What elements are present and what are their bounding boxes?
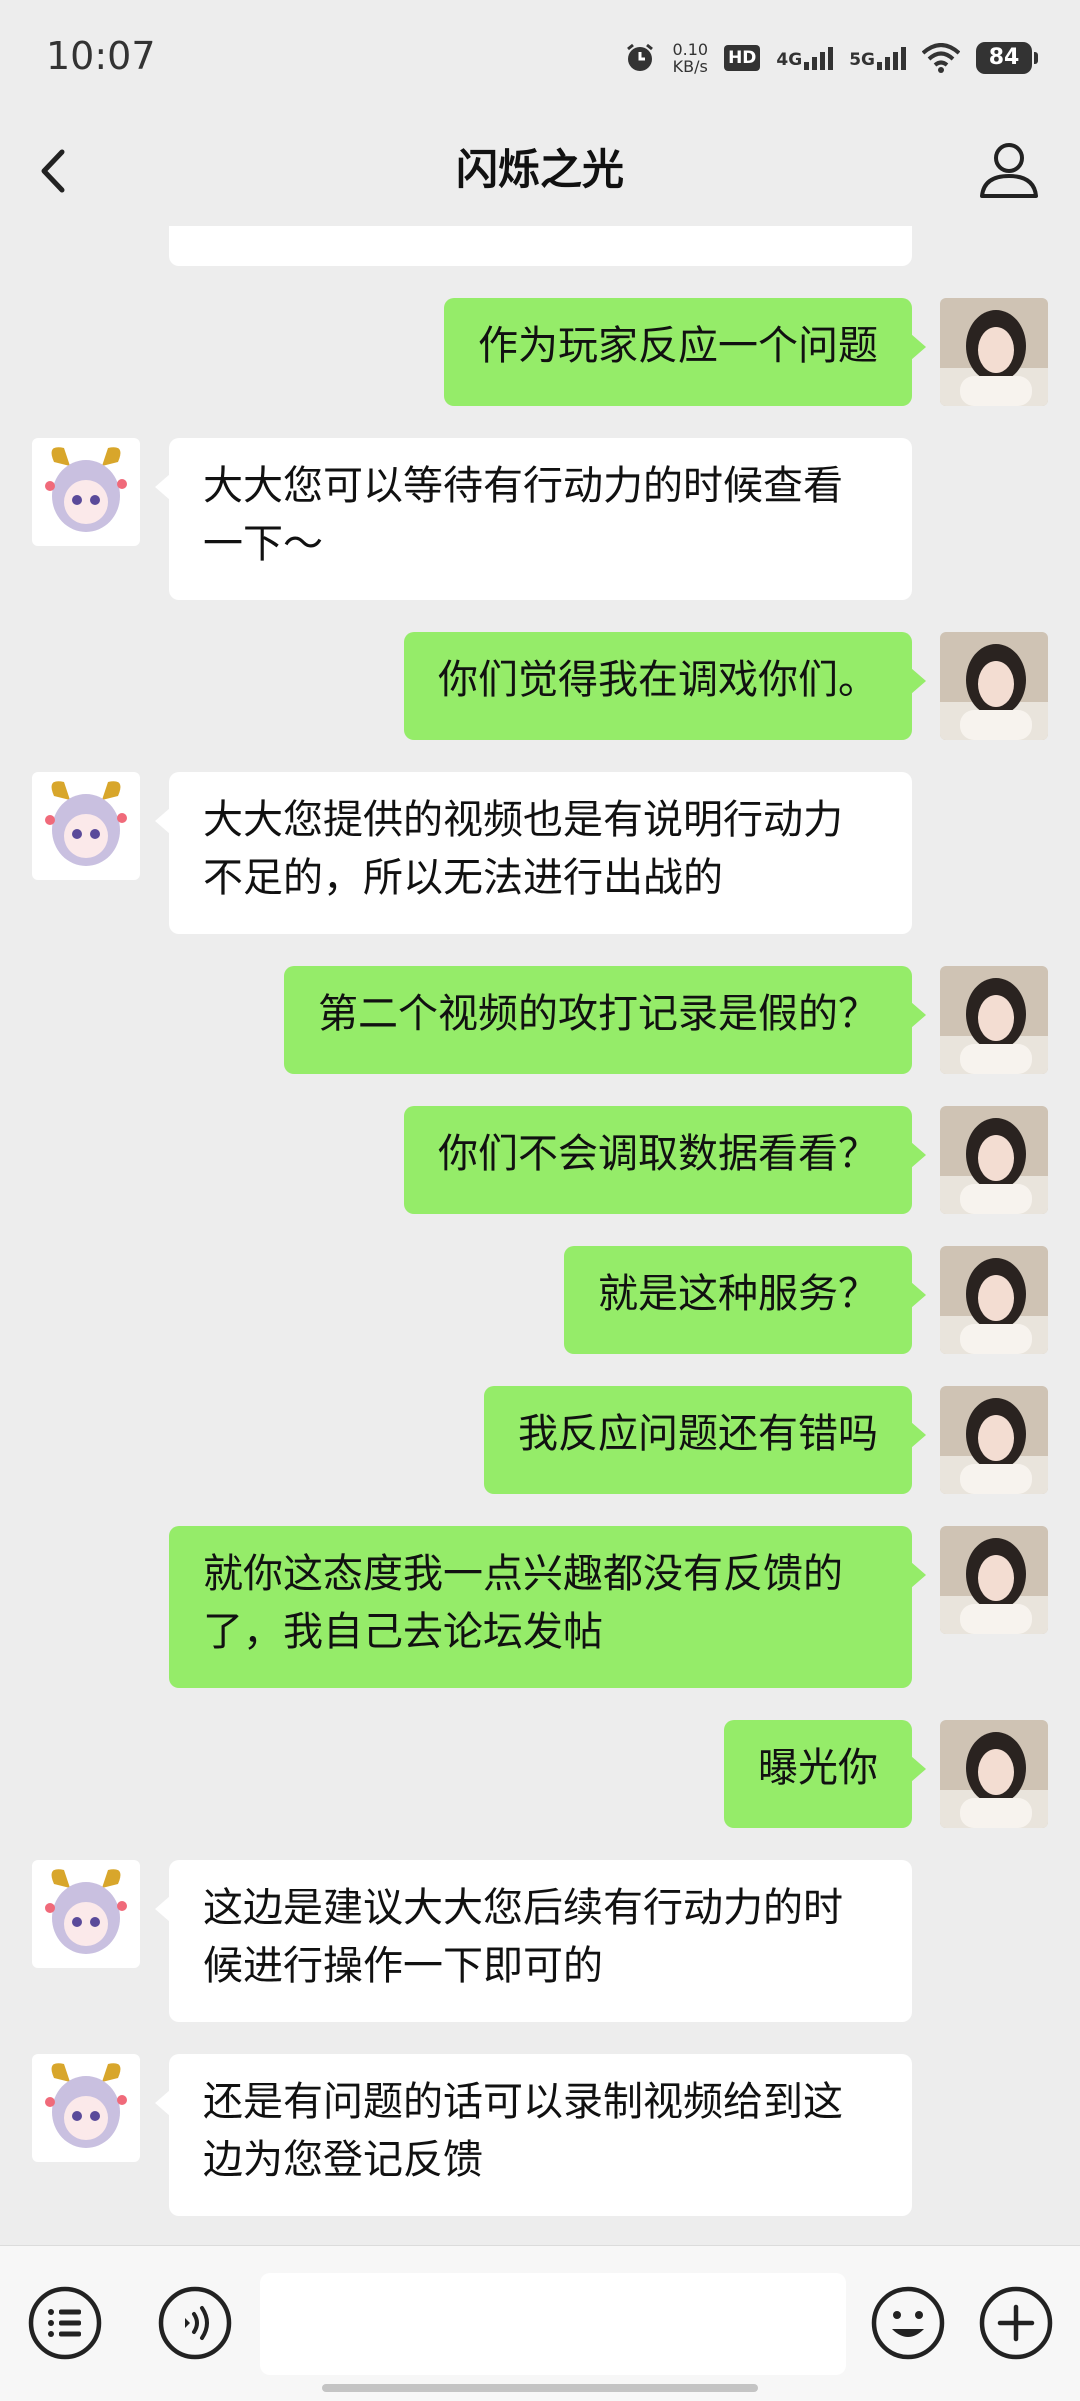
emoji-icon[interactable] (870, 2285, 946, 2361)
user-avatar[interactable] (940, 1246, 1048, 1354)
message-text: 曝光你 (758, 1745, 878, 1791)
user-avatar[interactable] (940, 632, 1048, 740)
signal-4g-label: 4G (776, 50, 803, 70)
agent-avatar[interactable] (32, 1860, 140, 1968)
chat-title: 闪烁之光 (455, 145, 624, 194)
message-text: 就是这种服务？ (598, 1271, 878, 1317)
message-bubble-outgoing[interactable]: 你们觉得我在调戏你们。 (404, 632, 926, 740)
message-bubble-outgoing[interactable]: 你们不会调取数据看看？ (404, 1106, 926, 1214)
message-bubble-incoming[interactable]: 这边是建议大大您后续有行动力的时候进行操作一下即可的 (155, 1860, 912, 2022)
menu-list-icon[interactable] (27, 2285, 103, 2361)
person-icon[interactable] (974, 134, 1044, 204)
alarm-icon (627, 43, 654, 71)
chat-header: 闪烁之光 (0, 116, 1080, 226)
signal-5g-icon: 5G (849, 46, 906, 70)
message-text: 你们不会调取数据看看？ (438, 1131, 878, 1177)
agent-avatar[interactable] (32, 772, 140, 880)
agent-avatar[interactable] (32, 2054, 140, 2162)
user-avatar[interactable] (940, 298, 1048, 406)
user-avatar[interactable] (940, 1720, 1048, 1828)
battery-icon: 84 (976, 42, 1038, 74)
user-avatar[interactable] (940, 1526, 1048, 1634)
agent-avatar[interactable] (32, 438, 140, 546)
user-avatar[interactable] (940, 966, 1048, 1074)
message-bubble-outgoing[interactable]: 作为玩家反应一个问题 (444, 298, 926, 406)
message-text: 作为玩家反应一个问题 (478, 323, 878, 369)
message-input[interactable] (260, 2273, 846, 2375)
hd-icon: HD (724, 45, 761, 71)
message-bubble-outgoing[interactable]: 曝光你 (724, 1720, 926, 1828)
user-avatar[interactable] (940, 1386, 1048, 1494)
status-icons: 0.10 KB/s HD 4G 5G 84 (624, 34, 1038, 82)
message-bubble-incoming[interactable]: 还是有问题的话可以录制视频给到这边为您登记反馈 (155, 2054, 912, 2216)
message-text: 大大您提供的视频也是有说明行动力不足的，所以无法进行出战的 (203, 797, 843, 901)
signal-5g-label: 5G (849, 50, 875, 70)
home-indicator[interactable] (322, 2384, 758, 2392)
message-text: 还是有问题的话可以录制视频给到这边为您登记反馈 (203, 2079, 843, 2183)
message-bubble-outgoing[interactable]: 就你这态度我一点兴趣都没有反馈的了，我自己去论坛发帖 (169, 1526, 926, 1688)
status-time: 10:07 (46, 34, 156, 78)
message-text: 这边是建议大大您后续有行动力的时候进行操作一下即可的 (203, 1885, 843, 1989)
message-text: 大大您可以等待有行动力的时候查看一下～ (203, 463, 843, 567)
net-speed-value: 0.10 (672, 40, 709, 59)
signal-4g-icon: 4G (776, 46, 834, 70)
message-text: 第二个视频的攻打记录是假的？ (318, 991, 878, 1037)
status-bar: 10:07 0.10 KB/s HD 4G 5G 84 (0, 0, 1080, 116)
message-list[interactable]: 作为玩家反应一个问题 大大您可以等待有行动力的时候查看一下～ 你们觉得我在调戏你… (0, 226, 1080, 2245)
message-bubble-incoming[interactable]: 大大您可以等待有行动力的时候查看一下～ (155, 438, 912, 600)
message-text: 就你这态度我一点兴趣都没有反馈的了，我自己去论坛发帖 (203, 1551, 843, 1655)
message-text: 我反应问题还有错吗 (518, 1411, 878, 1457)
net-speed-unit: KB/s (672, 57, 708, 76)
wifi-icon (922, 43, 960, 73)
message-bubble-incoming[interactable]: 大大您提供的视频也是有说明行动力不足的，所以无法进行出战的 (155, 772, 912, 934)
message-bubble-outgoing[interactable]: 就是这种服务？ (564, 1246, 926, 1354)
voice-icon[interactable] (157, 2285, 233, 2361)
plus-icon[interactable] (978, 2285, 1054, 2361)
message-bubble-incoming[interactable] (169, 226, 912, 266)
input-bar (0, 2245, 1080, 2401)
net-speed: 0.10 KB/s (672, 41, 708, 75)
message-bubble-outgoing[interactable]: 我反应问题还有错吗 (484, 1386, 926, 1494)
user-avatar[interactable] (940, 1106, 1048, 1214)
message-bubble-outgoing[interactable]: 第二个视频的攻打记录是假的？ (284, 966, 926, 1074)
message-text: 你们觉得我在调戏你们。 (438, 657, 878, 703)
